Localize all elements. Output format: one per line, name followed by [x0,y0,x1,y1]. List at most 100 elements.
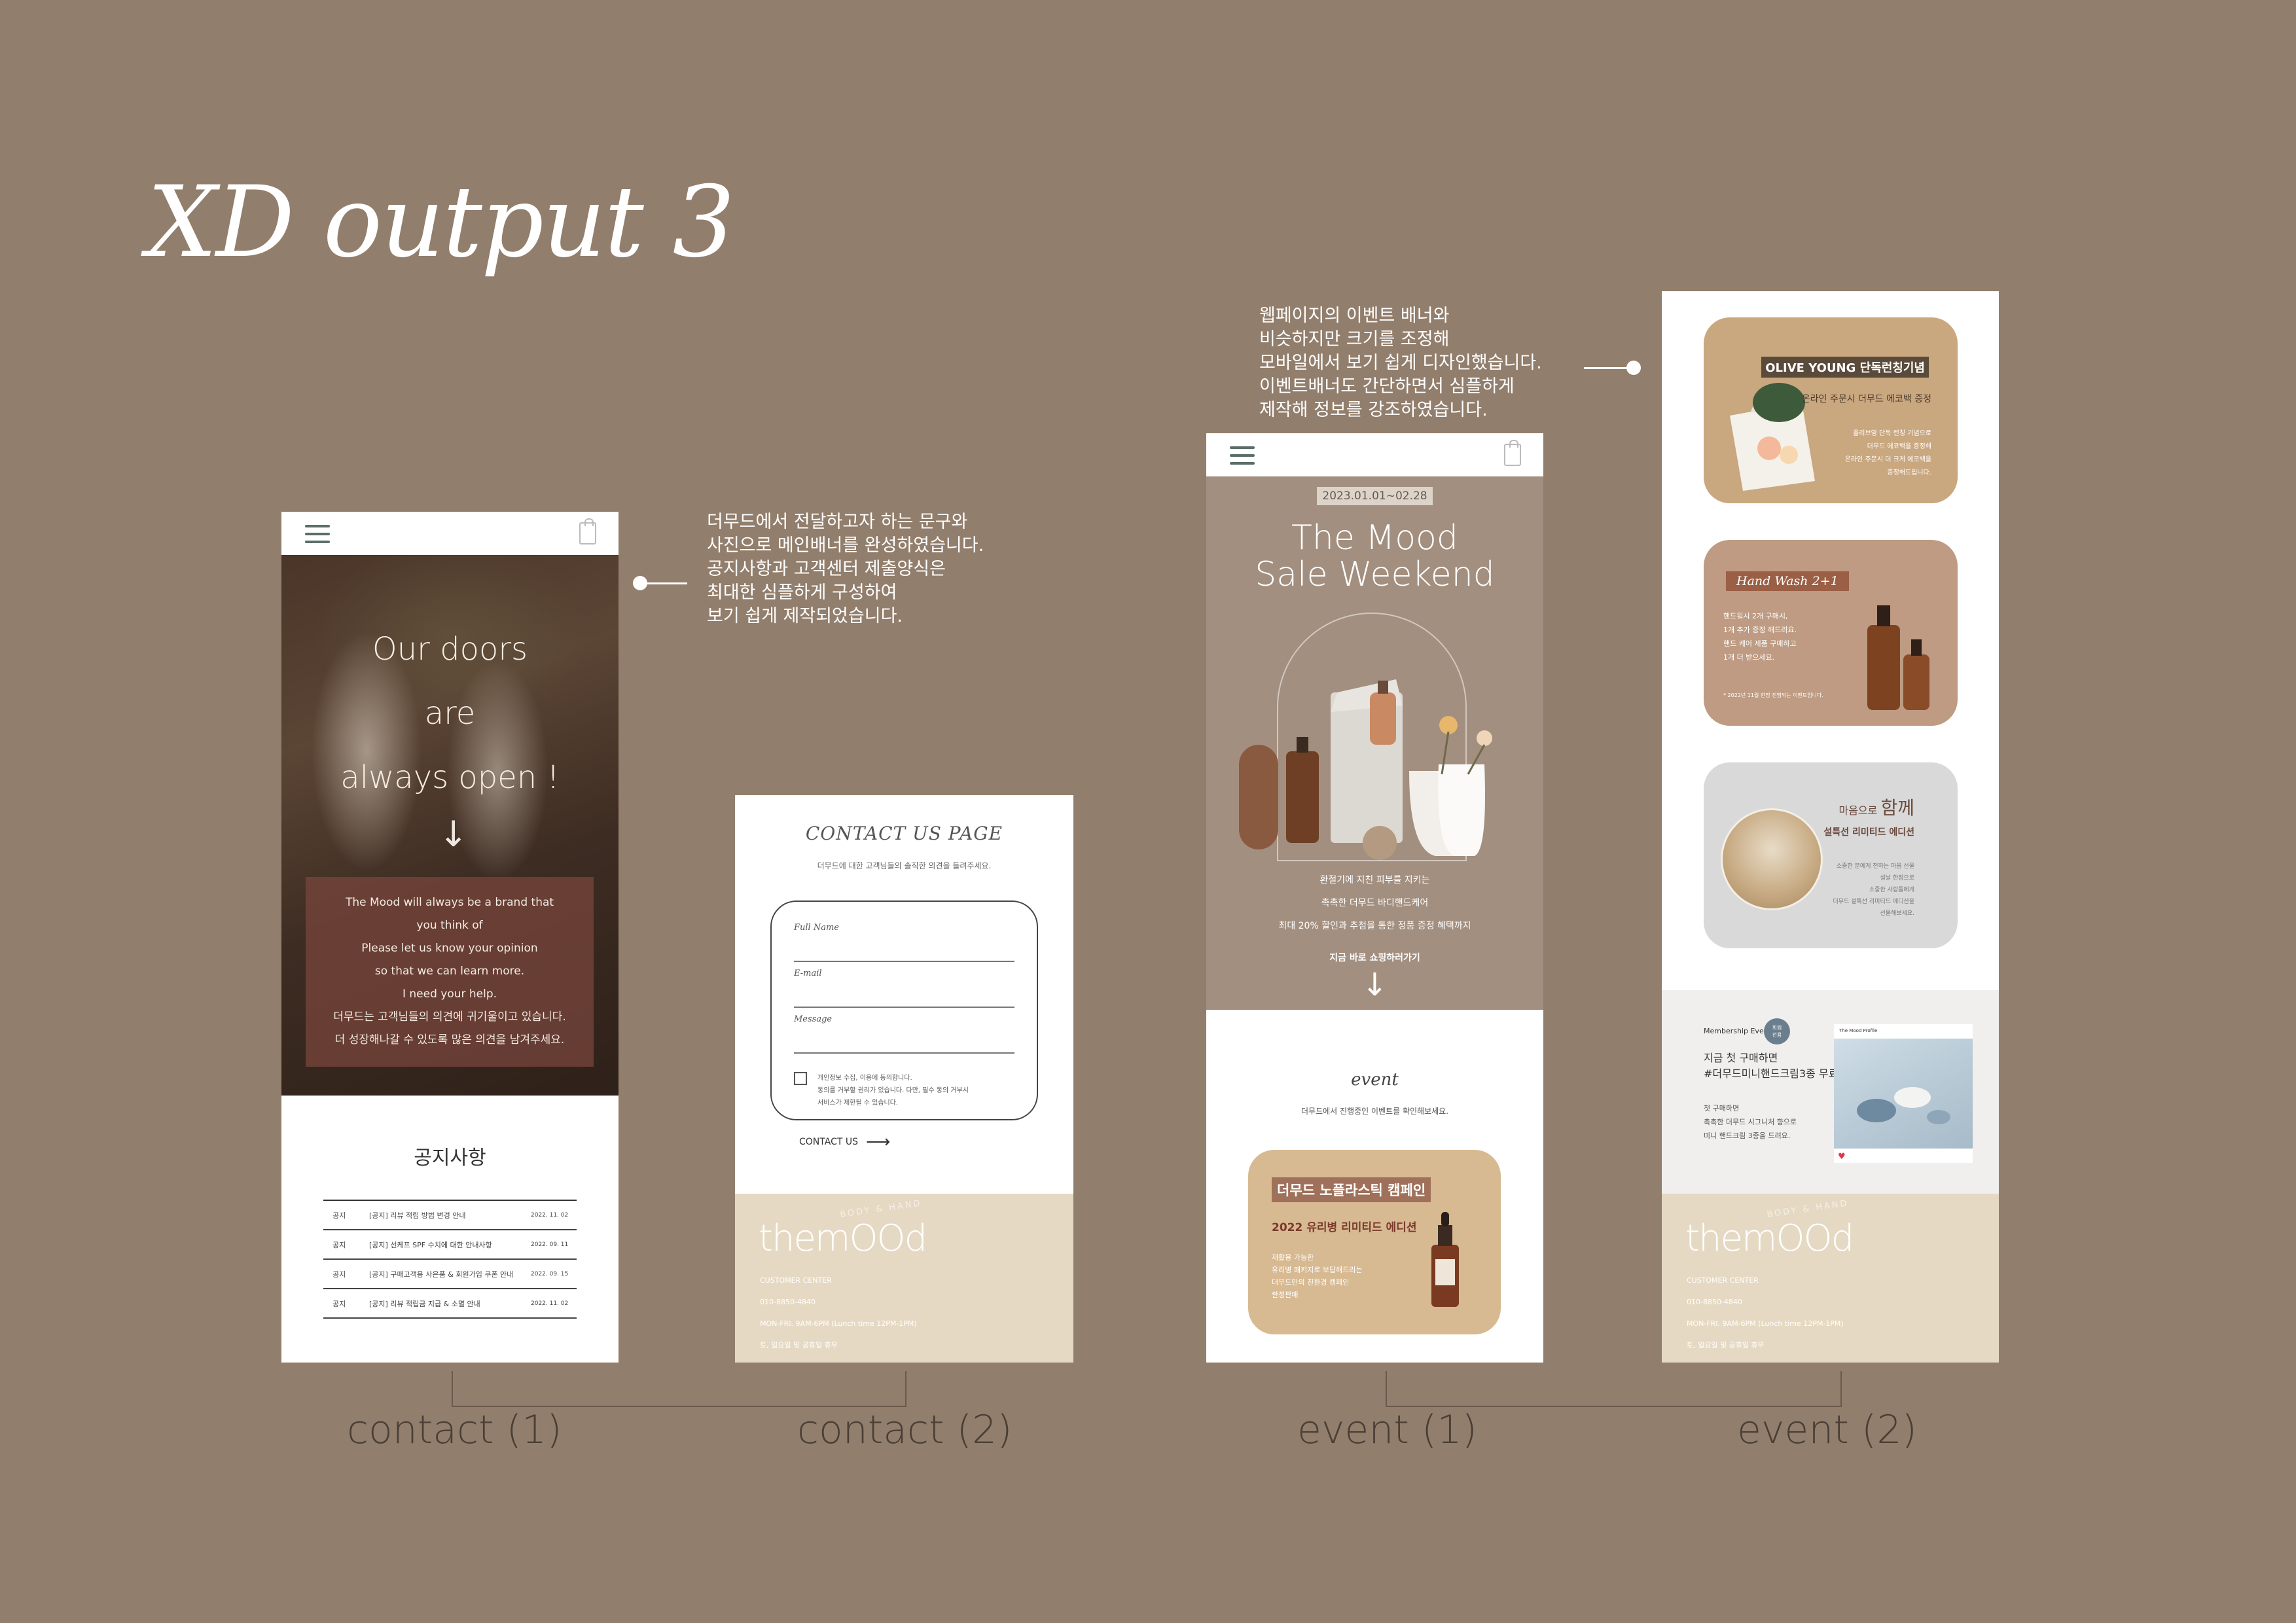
footer-arc-text: BODY & HAND [839,1198,923,1220]
campaign-subtitle: 2022 유리병 리미티드 에디션 [1272,1221,1417,1234]
caption-contact-1: contact (1) [347,1407,562,1453]
sale-date-wrap: 2023.01.01~02.28 [1206,487,1543,505]
screen-event-1: 2023.01.01~02.28 The Mood Sale Weekend 환… [1206,433,1543,1363]
notice-heading: 공지사항 [414,1147,486,1169]
page-title: XD output 3 [147,166,735,279]
table-row[interactable]: 공지 [공지] 리뷰 적립금 지급 & 소멸 안내 2022. 11. 02 [323,1289,577,1319]
contact-page-title: CONTACT US PAGE [805,823,1003,844]
arrow-down-icon: ↓ [1361,967,1388,1003]
contact-us-label: CONTACT US [799,1137,858,1147]
mobile-header [1206,433,1543,476]
instagram-post[interactable]: The Mood Profile ♥ [1834,1024,1973,1163]
screen-contact-1: Our doors are always open ! ↓ The Mood w… [281,512,619,1363]
caption-contact-2: contact (2) [797,1407,1013,1453]
membership-event[interactable]: Membership Event 회원 전용 지금 첫 구매하면 #더무드미니핸… [1662,990,1999,1196]
membership-label: Membership Event [1704,1027,1771,1035]
campaign-tag: 더무드 노플라스틱 캠페인 [1272,1177,1431,1202]
bracket-event [1386,1371,1842,1407]
hand-wash-tag: Hand Wash 2+1 [1726,571,1849,591]
landscape-circle-image [1721,808,1823,910]
hamburger-menu-icon[interactable] [305,525,330,543]
annotation-contact: 더무드에서 전달하고자 하는 문구와 사진으로 메인배너를 완성하였습니다. 공… [707,512,984,626]
notice-date: 2022. 11. 02 [531,1300,569,1307]
notice-tag: 공지 [332,1299,346,1308]
consent-text: 개인정보 수집, 이용에 동의합니다. 동의를 거부할 권리가 있습니다. 다만… [817,1075,969,1107]
footer-info: CUSTOMER CENTER 010-8850-4840 MON-FRI. 9… [1687,1276,1844,1349]
seollal-title-small: 마음으로 [1839,804,1878,817]
screen-event-2: OLIVE YOUNG 단독런칭기념 온라인 주문시 더무드 에코백 증정 올리… [1662,291,1999,1363]
product-still-life [1239,679,1492,860]
notice-tag: 공지 [332,1240,346,1249]
hand-wash-footnote: * 2022년 11월 한정 진행되는 이벤트입니다. [1723,692,1823,698]
arrow-down-icon: ↓ [439,813,469,855]
shopping-bag-icon[interactable] [1504,440,1521,466]
contact-page-subtitle: 더무드에 대한 고객님들의 솔직한 의견을 들려주세요. [817,861,992,870]
olive-young-subtitle: 온라인 주문시 더무드 에코백 증정 [1801,394,1931,404]
notice-date: 2022. 11. 02 [531,1211,569,1219]
campaign-card[interactable]: 더무드 노플라스틱 캠페인 2022 유리병 리미티드 에디션 재활용 가능한 … [1248,1150,1501,1334]
hand-wash-body: 핸드워시 2개 구매시, 1개 추가 증정 해드려요. 핸드 케어 제품 구매하… [1723,612,1797,662]
olive-young-event-card[interactable]: OLIVE YOUNG 단독런칭기념 온라인 주문시 더무드 에코백 증정 올리… [1704,317,1958,503]
table-row[interactable]: 공지 [공지] 리뷰 적립 방법 변경 안내 2022. 11. 02 [323,1201,577,1230]
instagram-post-image [1834,1039,1973,1149]
heart-icon[interactable]: ♥ [1838,1152,1846,1162]
full-name-field[interactable]: Full Name [794,916,1014,962]
event-section-subtitle: 더무드에서 진행중인 이벤트를 확인해보세요. [1300,1107,1449,1116]
footer: BODY & HAND themOOd CUSTOMER CENTER 010-… [735,1194,1073,1363]
notice-table: 공지 [공지] 리뷰 적립 방법 변경 안내 2022. 11. 02 공지 [… [323,1200,577,1319]
seollal-title: 마음으로 함께 [1839,794,1914,820]
seollal-subtitle: 설특선 리미티드 에디션 [1823,827,1914,838]
annotation-line-contact [641,582,687,584]
notice-tag: 공지 [332,1211,346,1220]
shop-now-link[interactable]: 지금 바로 쇼핑하러가기 [1206,951,1543,964]
contact-form: Full Name E-mail Message 개인정보 수집, 이용에 동의… [770,901,1038,1120]
notice-date: 2022. 09. 11 [531,1241,569,1248]
hand-cream-image [1857,1087,1950,1124]
dropper-bottle-image [1431,1212,1459,1307]
mobile-header [281,512,619,555]
notice-title-cell[interactable]: [공지] 구매고객용 사은품 & 회원가입 쿠폰 안내 [369,1269,531,1279]
seollal-title-big: 함께 [1880,797,1914,819]
membership-body: 첫 구매하면 촉촉한 더무드 시그니처 향으로 미니 핸드크림 3종을 드려요. [1704,1104,1797,1140]
hamburger-menu-icon[interactable] [1230,446,1255,465]
footer-logo: themOOd [759,1217,927,1260]
notice-title-cell[interactable]: [공지] 리뷰 적립금 지급 & 소멸 안내 [369,1298,531,1309]
annotation-event: 웹페이지의 이벤트 배너와 비슷하지만 크기를 조정해 모바일에서 보기 쉽게 … [1259,306,1542,420]
bracket-contact [452,1371,906,1407]
consent-checkbox[interactable] [794,1072,807,1085]
caption-event-1: event (1) [1297,1407,1477,1453]
sale-description: 환절기에 지친 피부를 지키는 촉촉한 더무드 바디핸드케어 최대 20% 할인… [1278,875,1471,931]
hand-wash-event-card[interactable]: Hand Wash 2+1 핸드워시 2개 구매시, 1개 추가 증정 해드려요… [1704,540,1958,726]
contact-us-button[interactable]: CONTACT US ⟶ [799,1132,1073,1152]
annotation-dot-event [1626,361,1641,375]
olive-young-tag: OLIVE YOUNG 단독런칭기념 [1761,357,1929,378]
message-field[interactable]: Message [794,1008,1014,1054]
hand-wash-bottles-image [1867,605,1929,710]
banner-title: Our doors are always open ! [340,631,560,796]
arrow-right-icon: ⟶ [865,1132,891,1152]
notice-title-cell[interactable]: [공지] 선케프 SPF 수치에 대한 안내사항 [369,1240,531,1250]
notice-title-cell[interactable]: [공지] 리뷰 적립 방법 변경 안내 [369,1210,531,1221]
sale-date: 2023.01.01~02.28 [1317,487,1433,505]
footer-info: CUSTOMER CENTER 010-8850-4840 MON-FRI. 9… [760,1276,917,1349]
banner-message-box: The Mood will always be a brand that you… [306,877,594,1067]
main-banner: Our doors are always open ! ↓ The Mood w… [281,555,619,1096]
seollal-body: 소중한 분에게 전하는 마음 선물 설날 한정으로 소중한 사람들에게 더무드 … [1833,863,1914,917]
sale-title: The Mood Sale Weekend [1255,518,1495,594]
event-section-title: event [1351,1070,1399,1090]
notice-date: 2022. 09. 15 [531,1270,569,1277]
instagram-username: The Mood Profile [1839,1028,1878,1033]
email-field[interactable]: E-mail [794,962,1014,1008]
campaign-body: 재활용 가능한 유리병 패키지로 보답해드리는 더무드만의 친환경 캠페인 한정… [1272,1253,1363,1299]
membership-title: 지금 첫 구매하면 #더무드미니핸드크림3종 무료 [1704,1052,1839,1080]
footer-arc-text: BODY & HAND [1766,1198,1850,1220]
privacy-consent: 개인정보 수집, 이용에 동의합니다. 동의를 거부할 권리가 있습니다. 다만… [794,1072,1014,1109]
caption-event-2: event (2) [1737,1407,1917,1453]
shopping-bag-icon[interactable] [579,518,596,544]
seollal-event-card[interactable]: 마음으로 함께 설특선 리미티드 에디션 소중한 분에게 전하는 마음 선물 설… [1704,762,1958,948]
notice-tag: 공지 [332,1270,346,1279]
table-row[interactable]: 공지 [공지] 구매고객용 사은품 & 회원가입 쿠폰 안내 2022. 09.… [323,1260,577,1289]
table-row[interactable]: 공지 [공지] 선케프 SPF 수치에 대한 안내사항 2022. 09. 11 [323,1230,577,1260]
footer: BODY & HAND themOOd CUSTOMER CENTER 010-… [1662,1194,1999,1363]
member-only-badge: 회원 전용 [1764,1018,1790,1044]
